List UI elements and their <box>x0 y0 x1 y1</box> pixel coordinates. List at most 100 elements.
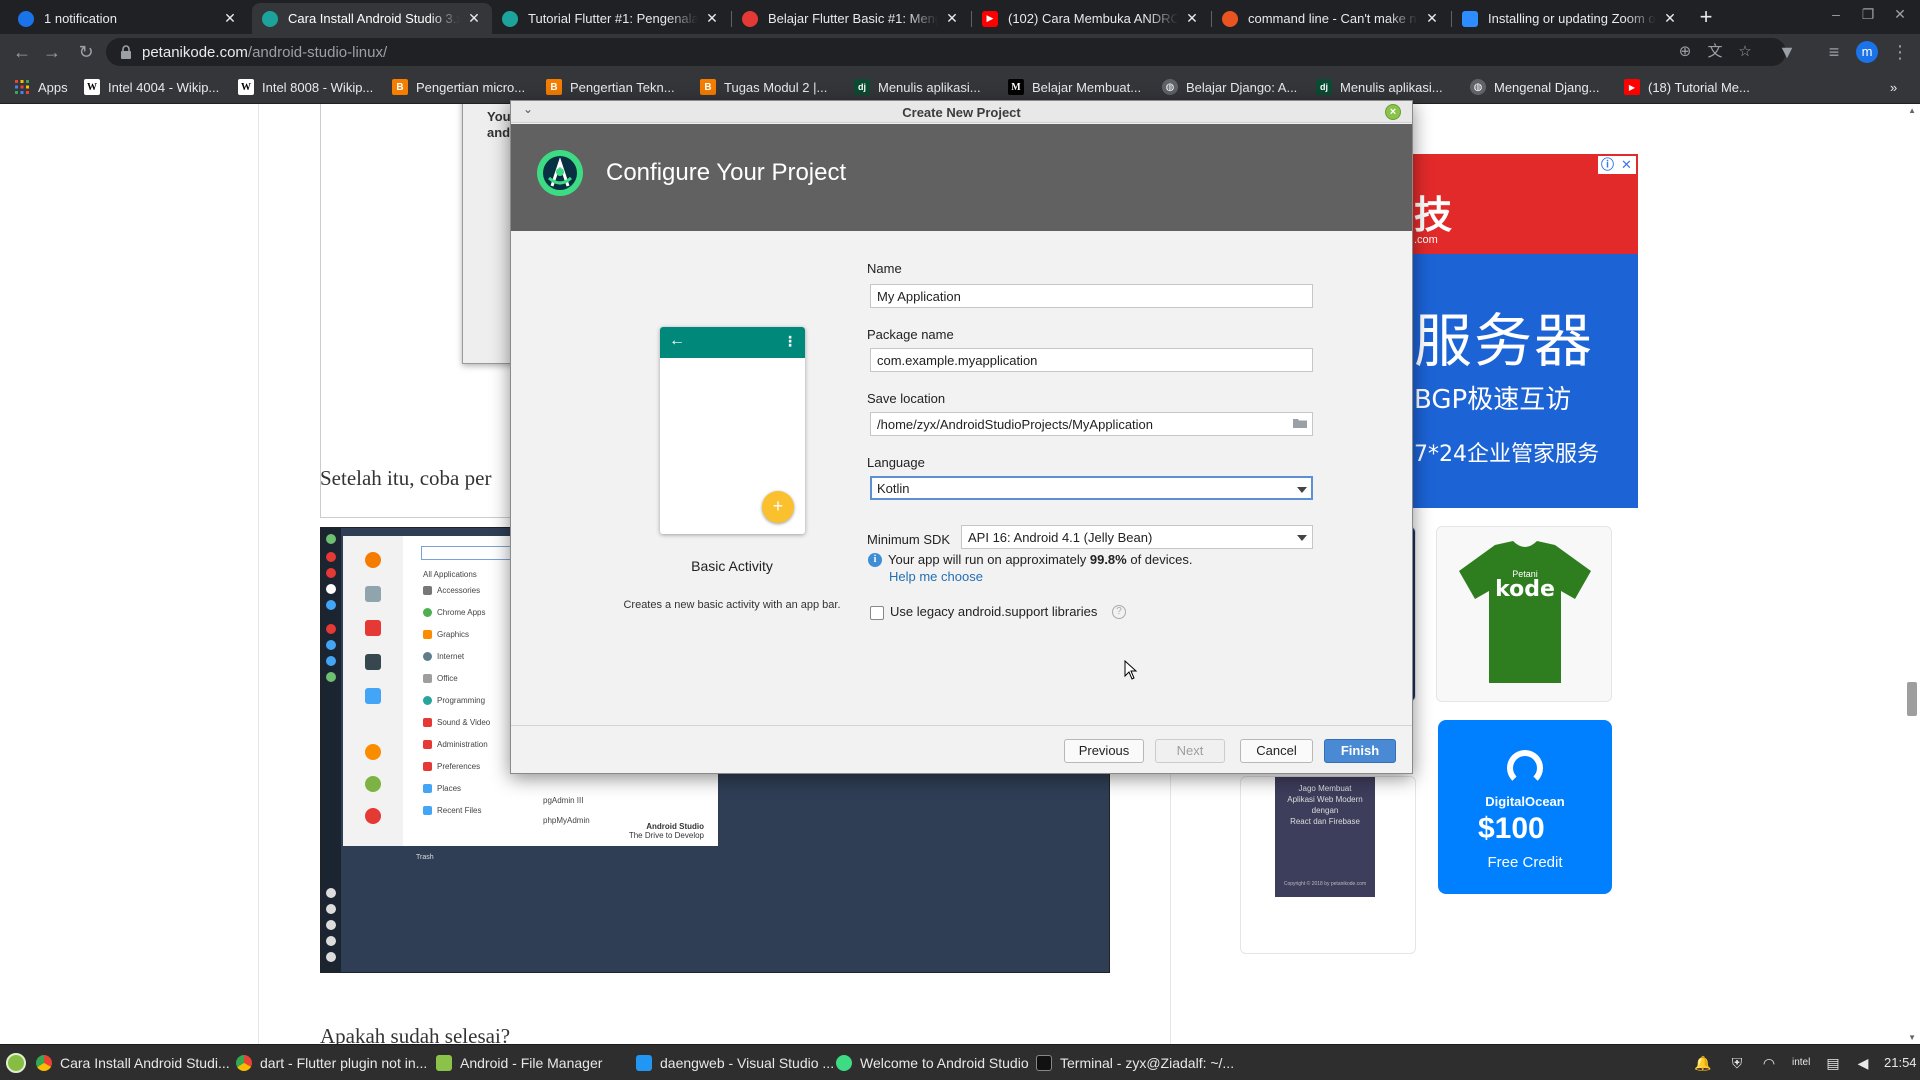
bookmark-item[interactable]: B Pengertian micro... <box>392 78 525 96</box>
bookmark-item[interactable]: W Intel 8008 - Wikip... <box>238 78 373 96</box>
taskbar-item[interactable]: Android - File Manager <box>436 1055 602 1071</box>
ad-choices[interactable]: ⓘ ✕ <box>1598 156 1636 174</box>
digitalocean-subtitle: Free Credit <box>1487 854 1563 871</box>
scrollbar-thumb[interactable] <box>1907 682 1917 716</box>
legacy-support-checkbox[interactable] <box>870 606 884 620</box>
minimize-window-icon[interactable]: – <box>1826 6 1846 22</box>
intel-icon[interactable]: intel <box>1792 1054 1810 1072</box>
close-tab-icon[interactable]: ✕ <box>704 10 720 27</box>
taskbar-item[interactable]: Welcome to Android Studio <box>836 1055 1029 1071</box>
help-question-icon[interactable]: ? <box>1112 605 1126 619</box>
profile-avatar[interactable]: m <box>1856 41 1878 63</box>
start-menu-icon[interactable] <box>6 1053 26 1073</box>
dialog-titlebar[interactable]: ⌄ Create New Project × <box>511 101 1412 123</box>
coverage-percent: 99.8% <box>1089 552 1127 567</box>
bookmark-item[interactable]: dj Menulis aplikasi... <box>854 78 981 96</box>
sidebar-ad-banner[interactable]: 技 .com 服务器 BGP极速互访 7*24企业管家服务 <box>1400 154 1638 508</box>
next-button[interactable]: Next <box>1155 739 1225 763</box>
tab-title: 1 notification <box>44 11 117 26</box>
scroll-up-arrow-icon[interactable]: ▲ <box>1908 106 1916 115</box>
sidebar-shirt-card[interactable]: Petani kode <box>1436 526 1612 702</box>
taskbar-item[interactable]: Cara Install Android Studi... <box>36 1055 230 1071</box>
ad-close-icon[interactable]: ✕ <box>1617 156 1636 174</box>
bookmark-item[interactable]: ▶ (18) Tutorial Me... <box>1624 78 1750 96</box>
close-tab-icon[interactable]: ✕ <box>222 10 238 27</box>
django-icon: dj <box>854 79 870 95</box>
taskbar-label: Cara Install Android Studi... <box>60 1055 230 1071</box>
wikipedia-icon: W <box>84 79 100 95</box>
menu-kebab-icon[interactable]: ⋮ <box>1888 40 1912 64</box>
shield-icon[interactable]: ⛨ <box>1728 1054 1746 1072</box>
add-icon[interactable]: ⊕ <box>1676 43 1694 61</box>
vscode-icon <box>636 1055 652 1071</box>
browser-tab[interactable]: 1 notification ✕ <box>8 3 248 34</box>
taskbar-item[interactable]: dart - Flutter plugin not in... <box>236 1055 427 1071</box>
new-tab-button[interactable]: + <box>1692 4 1720 30</box>
reload-icon[interactable]: ↻ <box>74 40 98 64</box>
clock[interactable]: 21:54 <box>1884 1055 1917 1070</box>
browser-tab[interactable]: Installing or updating Zoom o ✕ <box>1452 3 1688 34</box>
sidebar-book-card[interactable]: Jago Membuat Aplikasi Web Modern dengan Rea… <box>1240 776 1416 954</box>
screenshot-menu-category: Sound & Video <box>423 718 490 727</box>
chrome-icon <box>236 1055 252 1071</box>
ad-info-icon[interactable]: ⓘ <box>1598 156 1617 174</box>
digitalocean-ad[interactable]: DigitalOcean $100 Free Credit <box>1438 720 1612 894</box>
close-tab-icon[interactable]: ✕ <box>944 10 960 27</box>
back-arrow-icon[interactable]: ← <box>10 40 34 64</box>
bookmark-item[interactable]: B Pengertian Tekn... <box>546 78 675 96</box>
django-icon: dj <box>1316 79 1332 95</box>
browser-tab[interactable]: Tutorial Flutter #1: Pengenalan ✕ <box>492 3 730 34</box>
bookmark-item[interactable]: W Intel 4004 - Wikip... <box>84 78 219 96</box>
clipboard-icon[interactable]: ▤ <box>1824 1054 1842 1072</box>
page-scrollbar[interactable]: ▲ ▼ <box>1904 104 1920 1044</box>
taskbar-item[interactable]: daengweb - Visual Studio ... <box>636 1055 834 1071</box>
close-window-icon[interactable]: ✕ <box>1890 6 1910 23</box>
minimum-sdk-select[interactable]: API 16: Android 4.1 (Jelly Bean) <box>961 525 1313 549</box>
bookmark-item[interactable]: ◍ Mengenal Djang... <box>1470 78 1600 96</box>
blogger-icon: B <box>546 79 562 95</box>
close-tab-icon[interactable]: ✕ <box>1662 10 1678 27</box>
wifi-icon[interactable]: ◠ <box>1760 1054 1778 1072</box>
finish-button[interactable]: Finish <box>1324 739 1396 763</box>
forward-arrow-icon[interactable]: → <box>40 40 64 64</box>
language-select[interactable]: Kotlin <box>870 476 1313 500</box>
bookmark-item[interactable]: dj Menulis aplikasi... <box>1316 78 1443 96</box>
browser-tab[interactable]: command line - Can't make ne ✕ <box>1212 3 1450 34</box>
notification-bell-icon[interactable]: 🔔 <box>1694 1054 1712 1072</box>
legacy-support-label[interactable]: Use legacy android.support libraries <box>890 604 1097 619</box>
bookmark-label: Tugas Modul 2 |... <box>724 79 828 95</box>
bookmark-item[interactable]: B Tugas Modul 2 |... <box>700 78 827 96</box>
browser-tab-active[interactable]: Cara Install Android Studio 3.x ✕ <box>252 3 492 34</box>
address-bar[interactable]: petanikode.com/android-studio-linux/ ⊕ 文… <box>106 38 1786 66</box>
previous-button[interactable]: Previous <box>1064 739 1144 763</box>
browser-tab[interactable]: Belajar Flutter Basic #1: Meng ✕ <box>732 3 970 34</box>
package-name-field[interactable]: com.example.myapplication <box>870 348 1313 372</box>
browse-folder-icon[interactable] <box>1293 418 1307 428</box>
close-tab-icon[interactable]: ✕ <box>466 10 482 27</box>
youtube-favicon-icon: ▶ <box>982 10 998 27</box>
close-tab-icon[interactable]: ✕ <box>1424 10 1440 27</box>
bookmark-apps[interactable]: Apps <box>14 78 68 96</box>
dialog-close-icon[interactable]: × <box>1385 104 1401 120</box>
bookmark-label: Mengenal Djang... <box>1494 79 1600 95</box>
bookmark-star-icon[interactable]: ☆ <box>1736 43 1754 61</box>
cancel-button[interactable]: Cancel <box>1240 739 1313 763</box>
bookmark-item[interactable]: ◍ Belajar Django: A... <box>1162 78 1297 96</box>
tab-title: Belajar Flutter Basic #1: Meng <box>768 11 938 26</box>
volume-icon[interactable]: ◀ <box>1854 1054 1872 1072</box>
name-field[interactable]: My Application <box>870 284 1313 308</box>
ad-text: 7*24企业管家服务 <box>1414 442 1599 467</box>
dialog-title: Create New Project <box>902 105 1021 120</box>
translate-icon[interactable]: 文 <box>1706 43 1724 61</box>
bookmarks-overflow-button[interactable]: » <box>1890 78 1897 96</box>
maximize-window-icon[interactable]: ❐ <box>1858 6 1878 23</box>
bookmark-item[interactable]: M Belajar Membuat... <box>1008 78 1141 96</box>
extension-icon[interactable]: ▼ <box>1775 40 1799 64</box>
help-me-choose-link[interactable]: Help me choose <box>889 569 983 584</box>
browser-tab[interactable]: ▶ (102) Cara Membuka ANDROID ✕ <box>972 3 1210 34</box>
close-tab-icon[interactable]: ✕ <box>1184 10 1200 27</box>
taskbar-item[interactable]: Terminal - zyx@Ziadalf: ~/... <box>1036 1055 1234 1071</box>
save-location-field[interactable]: /home/zyx/AndroidStudioProjects/MyApplic… <box>870 412 1313 436</box>
scroll-down-arrow-icon[interactable]: ▼ <box>1908 1033 1916 1042</box>
media-queue-icon[interactable]: ≡ <box>1822 40 1846 64</box>
